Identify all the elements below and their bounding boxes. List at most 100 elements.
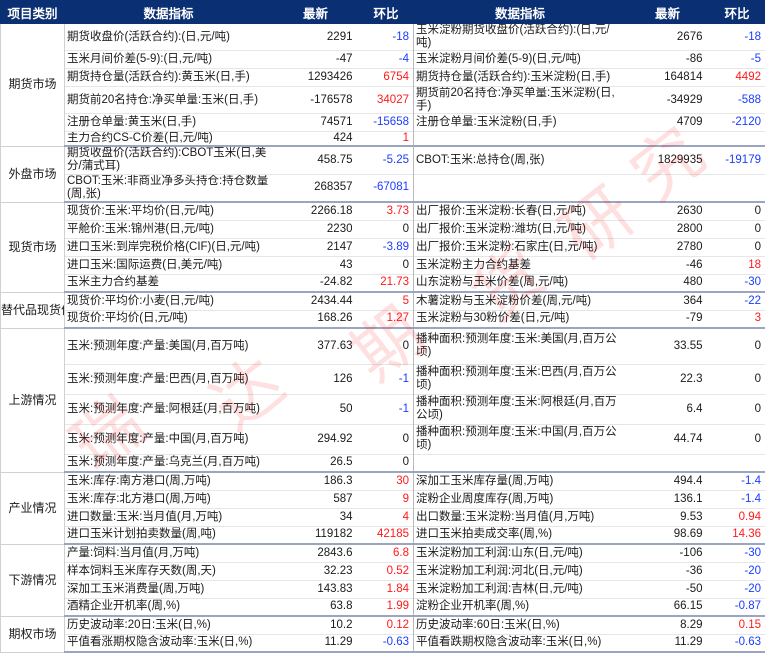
latest-value-left: 126: [272, 363, 359, 394]
change-value-right: 0: [708, 423, 765, 454]
indicator-name-left: 进口玉米:国际运费(日,美元/吨): [64, 255, 273, 274]
latest-value-right: -106: [626, 543, 709, 562]
change-value-left: 0.52: [358, 561, 414, 580]
table-body: 期货市场 期货收盘价(活跃合约):(日,元/吨) 2291 -18 玉米淀粉期货收盘价(…: [0, 23, 765, 653]
latest-value-left: 10.2: [272, 615, 359, 634]
category-label: 替代品现货价格: [0, 291, 65, 329]
latest-value-left: 11.29: [272, 633, 359, 653]
change-value-right: -0.87: [708, 597, 765, 617]
indicator-name-right: [413, 131, 627, 147]
change-value-left: 1.27: [358, 309, 414, 329]
latest-value-right: 44.74: [626, 423, 709, 454]
change-value-left: 30: [358, 471, 414, 490]
latest-value-left: 424: [272, 131, 359, 147]
indicator-name-left: 进口玉米:到岸完税价格(CIF)(日,元/吨): [64, 237, 273, 256]
latest-value-right: 364: [626, 291, 709, 310]
change-value-left: -18: [358, 23, 414, 51]
indicator-name-left: 期货收盘价(活跃合约):(日,元/吨): [64, 23, 273, 51]
latest-value-right: -36: [626, 561, 709, 580]
change-value-left: 1.99: [358, 597, 414, 617]
table-row: 进口玉米:到岸完税价格(CIF)(日,元/吨) 2147 -3.89 出厂报价:玉米淀…: [1, 237, 765, 256]
latest-value-left: 74571: [272, 113, 359, 132]
indicator-name-right: 出厂报价:玉米淀粉:石家庄(日,元/吨): [413, 237, 627, 256]
table-row: 样本饲料玉米库存天数(周,天) 32.23 0.52 玉米淀粉加工利润:河北(日,元/…: [1, 561, 765, 580]
latest-value-right: 22.3: [626, 363, 709, 394]
change-value-left: -0.63: [358, 633, 414, 653]
indicator-name-right: CBOT:玉米:总持仓(周,张): [413, 145, 627, 174]
change-value-left: 6754: [358, 68, 414, 87]
change-value-right: 0: [708, 219, 765, 238]
latest-value-right: 11.29: [626, 633, 709, 653]
change-value-right: 0.94: [708, 507, 765, 526]
latest-value-left: 2147: [272, 237, 359, 256]
table-row: 期货市场 期货收盘价(活跃合约):(日,元/吨) 2291 -18 玉米淀粉期货收盘价(…: [0, 23, 765, 147]
change-value-left: 6.8: [358, 543, 414, 562]
latest-value-left: 458.75: [272, 145, 359, 174]
change-value-right: -20: [708, 561, 765, 580]
latest-value-left: 119182: [272, 525, 359, 545]
table-row: CBOT:玉米:非商业净多头持仓:持仓数量(周,张) 268357 -67081: [1, 173, 765, 203]
header-category: 项目类别: [0, 0, 65, 24]
table-row: 玉米:预测年度:产量:巴西(月,百万吨) 126 -1 播种面积:预测年度:玉米:巴西…: [1, 363, 765, 394]
indicator-name-left: 玉米:预测年度:产量:中国(月,百万吨): [64, 423, 273, 454]
change-value-left: 5: [358, 291, 414, 310]
indicator-name-left: 玉米:库存:北方港口(周,万吨): [64, 489, 273, 508]
indicator-name-left: 进口数量:玉米:当月值(月,万吨): [64, 507, 273, 526]
indicator-name-left: 现货价:玉米:平均价(日,元/吨): [64, 201, 273, 220]
latest-value-right: 8.29: [626, 615, 709, 634]
latest-value-left: -47: [272, 50, 359, 69]
table-row: 上游情况 玉米:预测年度:产量:美国(月,百万吨) 377.63 0 播种面积:预测年度…: [0, 327, 765, 473]
category-label: 上游情况: [0, 327, 65, 473]
change-value-left: 0: [358, 423, 414, 454]
indicator-name-right: 播种面积:预测年度:玉米:阿根廷(月,百万公顷): [413, 393, 627, 424]
indicator-name-right: 出口数量:玉米淀粉:当月值(月,万吨): [413, 507, 627, 526]
latest-value-right: 494.4: [626, 471, 709, 490]
change-value-right: 0.15: [708, 615, 765, 634]
indicator-name-left: 酒精企业开机率(周,%): [64, 597, 273, 617]
indicator-name-right: [413, 453, 627, 473]
latest-value-right: 164814: [626, 68, 709, 87]
change-value-right: -1.4: [708, 471, 765, 490]
change-value-right: -22: [708, 291, 765, 310]
change-value-right: -588: [708, 86, 765, 114]
latest-value-right: 9.53: [626, 507, 709, 526]
indicator-name-right: 期货前20名持仓:净买单量:玉米淀粉(日,手): [413, 86, 627, 114]
change-value-right: 4492: [708, 68, 765, 87]
indicator-name-right: 玉米淀粉主力合约基差: [413, 255, 627, 274]
table-row: 进口玉米:国际运费(日,美元/吨) 43 0 玉米淀粉主力合约基差 -46 18: [1, 255, 765, 274]
table-row: 产业情况 玉米:库存:南方港口(周,万吨) 186.3 30 深加工玉米库存量(周,万吨…: [0, 471, 765, 545]
indicator-name-right: 木薯淀粉与玉米淀粉价差(周,元/吨): [413, 291, 627, 310]
latest-value-left: 377.63: [272, 327, 359, 364]
change-value-right: 0: [708, 363, 765, 394]
latest-value-left: 50: [272, 393, 359, 424]
table-row: 玉米:预测年度:产量:阿根廷(月,百万吨) 50 -1 播种面积:预测年度:玉米:阿根…: [1, 393, 765, 424]
indicator-name-right: 出厂报价:玉米淀粉:长春(日,元/吨): [413, 201, 627, 220]
table-row: 注册仓单量:黄玉米(日,手) 74571 -15658 注册仓单量:玉米淀粉(日,手)…: [1, 113, 765, 132]
table-row: 期货持仓量(活跃合约):黄玉米(日,手) 1293426 6754 期货持仓量(活跃合…: [1, 68, 765, 87]
table-row: 玉米:预测年度:产量:中国(月,百万吨) 294.92 0 播种面积:预测年度:玉米:…: [1, 423, 765, 454]
indicator-name-left: 现货价:平均价:小麦(日,元/吨): [64, 291, 273, 310]
header-latest-left: 最新: [272, 0, 359, 24]
change-value-left: 1: [358, 131, 414, 147]
table-row: 平值看涨期权隐含波动率:玉米(日,%) 11.29 -0.63 平值看跌期权隐含波动率…: [1, 633, 765, 653]
latest-value-right: 136.1: [626, 489, 709, 508]
indicator-name-left: 期货前20名持仓:净买单量:玉米(日,手): [64, 86, 273, 114]
change-value-left: -1: [358, 363, 414, 394]
change-value-right: -20: [708, 579, 765, 598]
table-row: 期权市场 历史波动率:20日:玉米(日,%) 10.2 0.12 历史波动率:60日:玉…: [0, 615, 765, 653]
table-row: 下游情况 产量:饲料:当月值(月,万吨) 2843.6 6.8 玉米淀粉加工利润:山东(…: [0, 543, 765, 617]
latest-value-left: 268357: [272, 173, 359, 203]
change-value-left: 21.73: [358, 273, 414, 293]
indicator-name-left: 进口玉米计划拍卖数量(周,吨): [64, 525, 273, 545]
latest-value-left: 294.92: [272, 423, 359, 454]
latest-value-left: 63.8: [272, 597, 359, 617]
table-row: 酒精企业开机率(周,%) 63.8 1.99 淀粉企业开机率(周,%) 66.15 -0.…: [1, 597, 765, 617]
category-label: 现货市场: [0, 201, 65, 293]
indicator-name-left: 玉米月间价差(5-9):(日,元/吨): [64, 50, 273, 69]
latest-value-right: 98.69: [626, 525, 709, 545]
change-value-right: 3: [708, 309, 765, 329]
indicator-name-left: CBOT:玉米:非商业净多头持仓:持仓数量(周,张): [64, 173, 273, 203]
indicator-name-right: 玉米淀粉加工利润:吉林(日,元/吨): [413, 579, 627, 598]
latest-value-right: 2780: [626, 237, 709, 256]
indicator-name-left: 历史波动率:20日:玉米(日,%): [64, 615, 273, 634]
